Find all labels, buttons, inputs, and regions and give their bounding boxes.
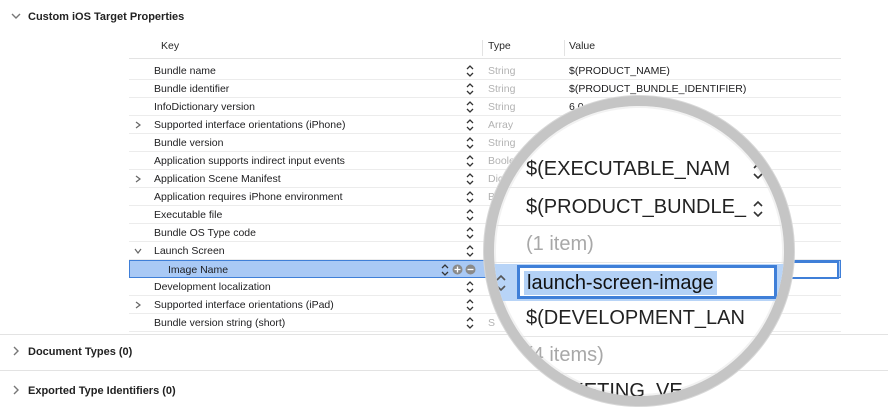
magnified-row: $(DEVELOPMENT_LAN [494, 301, 784, 338]
chevron-right-icon[interactable] [10, 345, 22, 357]
section-custom-ios-target-properties[interactable]: Custom iOS Target Properties [0, 2, 888, 32]
chevron-right-icon[interactable] [10, 384, 22, 396]
magnifier-loupe: $(EXECUTABLE_NAM $(PRODUCT_BUNDLE_ (1 item… [484, 96, 794, 406]
magnified-value: (1 item) [526, 233, 594, 255]
disclosure-chevron-down-icon[interactable] [133, 246, 143, 256]
row-key: Supported interface orientations (iPad) [154, 299, 334, 311]
row-key: InfoDictionary version [154, 101, 255, 113]
row-key: Supported interface orientations (iPhone… [154, 119, 346, 131]
column-header-type[interactable]: Type [488, 40, 511, 58]
stepper-icon[interactable] [465, 280, 475, 294]
column-header-key[interactable]: Key [161, 40, 179, 58]
row-key: Bundle identifier [154, 83, 230, 95]
magnified-value: $(EXECUTABLE_NAM [526, 158, 731, 180]
row-type: String [488, 83, 516, 95]
image-name-value-text[interactable]: launch-screen-image [524, 271, 717, 295]
magnified-value: $(PRODUCT_BUNDLE_ [526, 196, 747, 218]
section-title: Document Types (0) [28, 346, 133, 358]
table-row[interactable]: Bundle name String $(PRODUCT_NAME) [129, 62, 841, 80]
header-divider [129, 58, 841, 59]
row-key: Image Name [168, 264, 229, 276]
column-divider[interactable] [482, 40, 483, 56]
magnified-row-divider [494, 187, 784, 188]
disclosure-chevron-right-icon[interactable] [133, 300, 143, 310]
magnified-row: (4 items) [494, 338, 784, 375]
table-row[interactable]: Bundle identifier String $(PRODUCT_BUNDLE_… [129, 80, 841, 98]
row-key: Application requires iPhone environment [154, 191, 343, 203]
row-key: Application Scene Manifest [154, 173, 281, 185]
chevron-down-icon[interactable] [10, 10, 22, 22]
stepper-icon[interactable] [465, 100, 475, 114]
magnified-value: (4 items) [526, 344, 604, 366]
row-type: String [488, 65, 516, 77]
row-key: Launch Screen [154, 245, 225, 257]
magnified-row-divider [494, 225, 784, 226]
stepper-icon[interactable] [465, 190, 475, 204]
stepper-icon[interactable] [465, 82, 475, 96]
stepper-icon[interactable] [465, 208, 475, 222]
row-value[interactable]: $(PRODUCT_NAME) [569, 65, 670, 77]
column-divider[interactable] [564, 40, 565, 56]
row-key: Bundle name [154, 65, 216, 77]
magnified-value-column: $(EXECUTABLE_NAM $(PRODUCT_BUNDLE_ (1 item… [494, 106, 784, 396]
stepper-icon[interactable] [465, 64, 475, 78]
stepper-icon[interactable] [465, 226, 475, 240]
magnified-row: $(PRODUCT_BUNDLE_ [494, 190, 784, 227]
stepper-icon[interactable] [494, 273, 508, 293]
row-value[interactable]: $(PRODUCT_BUNDLE_IDENTIFIER) [569, 83, 746, 95]
stepper-icon[interactable] [465, 316, 475, 330]
stepper-icon[interactable] [465, 136, 475, 150]
stepper-icon[interactable] [465, 298, 475, 312]
disclosure-chevron-right-icon[interactable] [133, 174, 143, 184]
remove-icon[interactable] [465, 264, 476, 275]
stepper-icon[interactable] [465, 244, 475, 258]
row-key: Development localization [154, 281, 271, 293]
row-key: Bundle version string (short) [154, 317, 286, 329]
stepper-icon[interactable] [752, 162, 764, 180]
section-title: Exported Type Identifiers (0) [28, 385, 176, 397]
magnified-row-divider [494, 336, 784, 337]
magnified-selected-row: launch-screen-image [494, 264, 784, 301]
row-key: Bundle version [154, 137, 224, 149]
magnified-row-divider [494, 262, 784, 263]
stepper-icon[interactable] [465, 172, 475, 186]
section-title: Custom iOS Target Properties [28, 11, 185, 23]
magnified-edit-field[interactable]: launch-screen-image [517, 265, 777, 299]
column-header-value[interactable]: Value [569, 40, 595, 58]
row-key: Bundle OS Type code [154, 227, 256, 239]
add-icon[interactable] [452, 264, 463, 275]
stepper-icon[interactable] [440, 263, 450, 277]
stepper-icon[interactable] [752, 200, 764, 218]
magnified-row: $(EXECUTABLE_NAM [494, 152, 784, 189]
row-key: Executable file [154, 209, 223, 221]
disclosure-chevron-right-icon[interactable] [133, 120, 143, 130]
row-key: Application supports indirect input even… [154, 155, 345, 167]
stepper-icon[interactable] [465, 154, 475, 168]
magnified-row: (1 item) [494, 227, 784, 264]
magnified-value: $(DEVELOPMENT_LAN [526, 307, 745, 329]
stepper-icon[interactable] [465, 118, 475, 132]
